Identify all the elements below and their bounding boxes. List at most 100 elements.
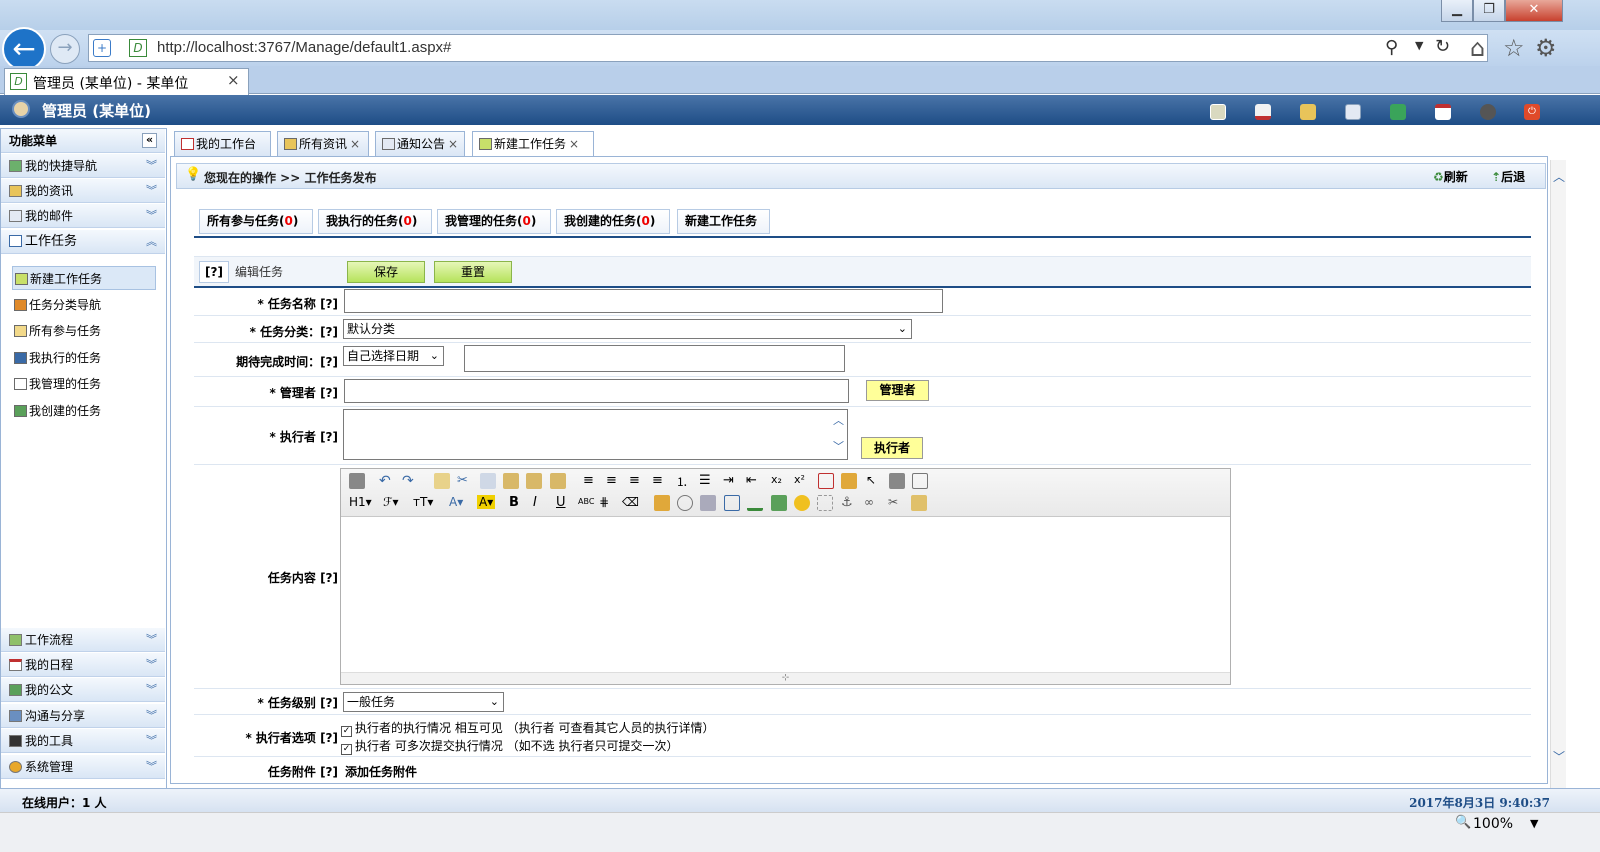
superscript-icon[interactable]: x² <box>794 473 810 489</box>
checkbox-checked-icon[interactable]: ✓ <box>341 726 352 737</box>
close-icon[interactable]: × <box>350 137 360 151</box>
font-color-dropdown[interactable]: A▾ <box>449 495 463 509</box>
unordered-list-icon[interactable]: ☰ <box>699 473 715 489</box>
manager-input[interactable] <box>344 379 849 403</box>
maximize-button[interactable]: ❐ <box>1473 0 1505 22</box>
align-right-icon[interactable]: ≡ <box>629 473 645 489</box>
tab-notices[interactable]: 通知公告 × <box>375 131 465 156</box>
sidebar-subitem-all-tasks[interactable]: 所有参与任务 <box>12 319 156 343</box>
picture-icon[interactable] <box>771 495 787 511</box>
italic-button[interactable]: I <box>533 495 537 510</box>
subtab-executed[interactable]: 我执行的任务(0) <box>318 209 432 234</box>
subtab-created[interactable]: 我创建的任务(0) <box>556 209 670 234</box>
sidebar-subitem-executed-tasks[interactable]: 我执行的任务 <box>12 346 156 370</box>
tab-workbench[interactable]: 我的工作台 <box>174 131 271 156</box>
media-icon[interactable] <box>700 495 716 511</box>
home-icon[interactable] <box>1255 104 1271 120</box>
edit-icon[interactable] <box>1210 104 1226 120</box>
vertical-scrollbar[interactable]: ︿ ﹀ <box>1550 160 1566 788</box>
sidebar-item-news[interactable]: 我的资讯 ︾ <box>1 179 165 203</box>
subtab-all-tasks[interactable]: 所有参与任务(0) <box>199 209 313 234</box>
paste-icon[interactable] <box>503 473 519 489</box>
minimize-button[interactable]: ▁ <box>1441 0 1473 22</box>
mail-icon[interactable] <box>1345 104 1361 120</box>
contacts-icon[interactable] <box>1390 104 1406 120</box>
align-left-icon[interactable]: ≡ <box>583 473 599 489</box>
browser-tab[interactable]: D 管理员 (某单位) - 某单位 × <box>4 68 249 95</box>
font-size-dropdown[interactable]: тT▾ <box>413 495 433 509</box>
url-text[interactable]: http://localhost:3767/Manage/default1.as… <box>157 39 451 56</box>
collapse-sidebar-icon[interactable]: « <box>142 133 157 148</box>
hr-icon[interactable] <box>747 495 763 511</box>
close-tab-icon[interactable]: × <box>227 71 240 89</box>
refresh-button[interactable]: ♻刷新 <box>1433 168 1468 185</box>
align-center-icon[interactable]: ≡ <box>606 473 622 489</box>
option-visible-checkbox[interactable]: ✓ 执行者的执行情况 相互可见 （执行者 可查看其它人员的执行详情） <box>341 719 714 737</box>
task-name-input[interactable] <box>344 289 943 313</box>
fullscreen-icon[interactable] <box>818 473 834 489</box>
executor-textarea[interactable]: ︿ ﹀ <box>343 409 848 460</box>
power-icon[interactable]: ⏻ <box>1524 104 1540 120</box>
sidebar-item-quick-nav[interactable]: 我的快捷导航 ︾ <box>1 154 165 178</box>
sidebar-item-documents[interactable]: 我的公文 ︾ <box>1 678 165 702</box>
task-level-select[interactable]: 一般任务 ⌄ <box>343 692 504 712</box>
copy-icon[interactable] <box>480 473 496 489</box>
sidebar-item-tasks[interactable]: 工作任务 ︽ <box>1 230 165 254</box>
undo-icon[interactable]: ↶ <box>379 473 395 489</box>
scroll-down-icon[interactable]: ﹀ <box>1553 748 1565 765</box>
template-icon[interactable] <box>911 495 927 511</box>
underline-button[interactable]: U <box>556 495 566 510</box>
favorites-star-icon[interactable]: ☆ <box>1503 34 1525 62</box>
calendar-icon[interactable] <box>1435 104 1451 120</box>
scroll-down-icon[interactable]: ﹀ <box>833 438 844 454</box>
sidebar-item-mail[interactable]: 我的邮件 ︾ <box>1 204 165 228</box>
preview-icon[interactable] <box>912 473 928 489</box>
tab-all-news[interactable]: 所有资讯 × <box>277 131 369 156</box>
paste-text-icon[interactable] <box>526 473 542 489</box>
anchor-icon[interactable]: ⚓ <box>841 495 857 511</box>
subtab-managed[interactable]: 我管理的任务(0) <box>437 209 551 234</box>
user-icon[interactable] <box>1480 104 1496 120</box>
print-icon[interactable] <box>889 473 905 489</box>
highlight-dropdown[interactable]: A▾ <box>477 495 496 509</box>
border-icon[interactable]: ⋕ <box>599 495 615 511</box>
sidebar-subitem-managed-tasks[interactable]: 我管理的任务 <box>12 372 156 396</box>
sidebar-item-system[interactable]: 系统管理 ︾ <box>1 755 165 779</box>
option-multi-submit-checkbox[interactable]: ✓ 执行者 可多次提交执行情况 （如不选 执行者只可提交一次） <box>341 737 678 755</box>
format-brush-icon[interactable] <box>841 473 857 489</box>
reset-button[interactable]: 重置 <box>434 261 512 283</box>
eraser-icon[interactable]: ⌫ <box>622 495 639 511</box>
sidebar-item-workflow[interactable]: 工作流程 ︾ <box>1 628 165 652</box>
tab-new-task[interactable]: 新建工作任务 × <box>472 131 594 157</box>
unlink-icon[interactable]: ✂ <box>888 495 904 511</box>
zoom-level[interactable]: 100% <box>1473 816 1513 832</box>
scroll-up-icon[interactable]: ︿ <box>833 412 844 428</box>
task-category-select[interactable]: 默认分类 ⌄ <box>343 319 912 339</box>
checkbox-checked-icon[interactable]: ✓ <box>341 744 352 755</box>
bold-button[interactable]: B <box>509 495 519 510</box>
clipboard-icon[interactable] <box>1300 104 1316 120</box>
scroll-up-icon[interactable]: ︿ <box>1553 168 1565 185</box>
sidebar-subitem-created-tasks[interactable]: 我创建的任务 <box>12 399 156 423</box>
page-break-icon[interactable] <box>817 495 833 511</box>
help-button[interactable]: [?] <box>199 261 229 283</box>
deadline-mode-select[interactable]: 自己选择日期 ⌄ <box>343 346 444 366</box>
flash-icon[interactable] <box>677 495 693 511</box>
sidebar-subitem-new-task[interactable]: 新建工作任务 <box>12 266 156 290</box>
source-icon[interactable] <box>349 473 365 489</box>
select-executor-button[interactable]: 执行者 <box>861 437 923 459</box>
emoticon-icon[interactable] <box>794 495 810 511</box>
indent-icon[interactable]: ⇥ <box>723 473 739 489</box>
close-icon[interactable]: × <box>448 137 458 151</box>
table-icon[interactable] <box>724 495 740 511</box>
new-doc-icon[interactable] <box>434 473 450 489</box>
ordered-list-icon[interactable]: ⒈ <box>676 473 692 489</box>
sidebar-item-share[interactable]: 沟通与分享 ︾ <box>1 704 165 728</box>
editor-resize-handle[interactable]: ⊹ <box>341 672 1230 684</box>
select-manager-button[interactable]: 管理者 <box>866 380 929 401</box>
paste-word-icon[interactable] <box>550 473 566 489</box>
close-icon[interactable]: × <box>569 137 579 151</box>
strikethrough-button[interactable]: ABC <box>578 497 594 506</box>
dropdown-arrow-icon[interactable]: ▼ <box>1415 39 1423 52</box>
forward-arrow-icon[interactable]: → <box>50 34 80 64</box>
